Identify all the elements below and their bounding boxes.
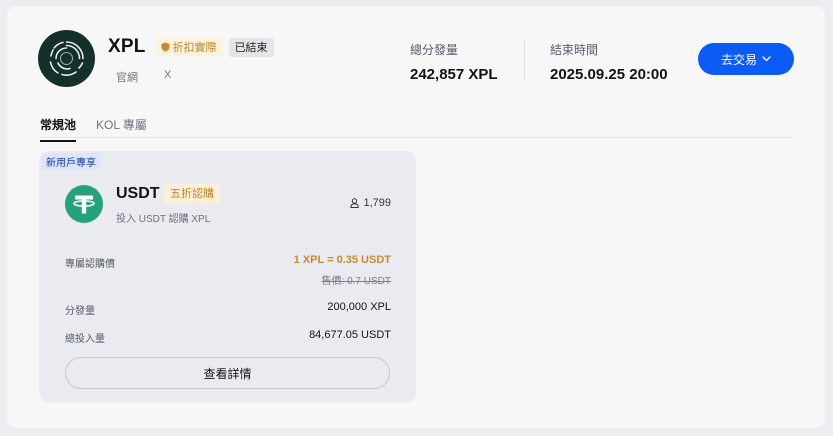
project-panel: XPL 折扣實際 已結束 官網 X 總分發量 242,857 XPL 結束時間 … xyxy=(7,6,825,428)
token-name: XPL xyxy=(108,36,146,57)
discount-badge-label: 折扣實際 xyxy=(172,42,217,54)
pool-tabs: 常規池 KOL 專屬 xyxy=(40,116,147,142)
pool-card: 新用戶專享 USDT 五折認購 投入 USDT 認購 XPL 1,799 專屬認… xyxy=(39,151,416,402)
trade-button-label: 去交易 xyxy=(720,52,757,67)
total-distribution-stat: 總分發量 242,857 XPL xyxy=(410,41,498,83)
total-distribution-value: 242,857 XPL xyxy=(410,66,498,83)
half-price-badge: 五折認購 xyxy=(164,183,220,203)
participants-count: 1,799 xyxy=(350,197,391,209)
social-links: 官網 X xyxy=(116,69,171,85)
discount-badge: 折扣實際 xyxy=(155,38,222,56)
new-user-tag: 新用戶專享 xyxy=(41,153,101,170)
price-value: 1 XPL = 0.35 USDT xyxy=(293,254,391,266)
end-time-label: 結束時間 xyxy=(550,43,599,57)
user-icon xyxy=(350,198,360,208)
status-badge: 已結束 xyxy=(228,37,274,57)
pool-description: 投入 USDT 認購 XPL xyxy=(116,214,211,225)
total-invested-value: 84,677.05 USDT xyxy=(309,329,391,341)
end-time-stat: 結束時間 2025.09.25 20:00 xyxy=(550,41,668,83)
token-title-row: XPL 折扣實際 已結束 xyxy=(108,36,274,58)
website-link[interactable]: 官網 xyxy=(116,69,138,85)
x-link[interactable]: X xyxy=(164,69,171,85)
tab-regular-pool[interactable]: 常規池 xyxy=(40,116,77,142)
view-details-button[interactable]: 查看詳情 xyxy=(65,357,390,389)
trade-button[interactable]: 去交易 xyxy=(698,43,794,75)
stats-divider xyxy=(524,39,525,81)
distribution-value: 200,000 XPL xyxy=(327,301,391,313)
tab-kol-exclusive[interactable]: KOL 專屬 xyxy=(96,116,147,142)
original-price: 售價: 0.7 USDT xyxy=(321,276,391,287)
tether-icon xyxy=(65,185,103,223)
tabs-divider xyxy=(40,137,793,138)
distribution-label: 分發量 xyxy=(65,306,95,317)
pool-asset-name: USDT xyxy=(116,185,160,202)
total-invested-label: 總投入量 xyxy=(65,334,105,345)
total-distribution-label: 總分發量 xyxy=(410,43,459,57)
chevron-down-icon xyxy=(762,56,771,62)
participants-value: 1,799 xyxy=(363,197,391,209)
price-label: 專屬認購價 xyxy=(65,259,115,270)
xpl-logo xyxy=(38,30,95,87)
end-time-value: 2025.09.25 20:00 xyxy=(550,66,668,83)
shield-icon xyxy=(161,42,170,52)
